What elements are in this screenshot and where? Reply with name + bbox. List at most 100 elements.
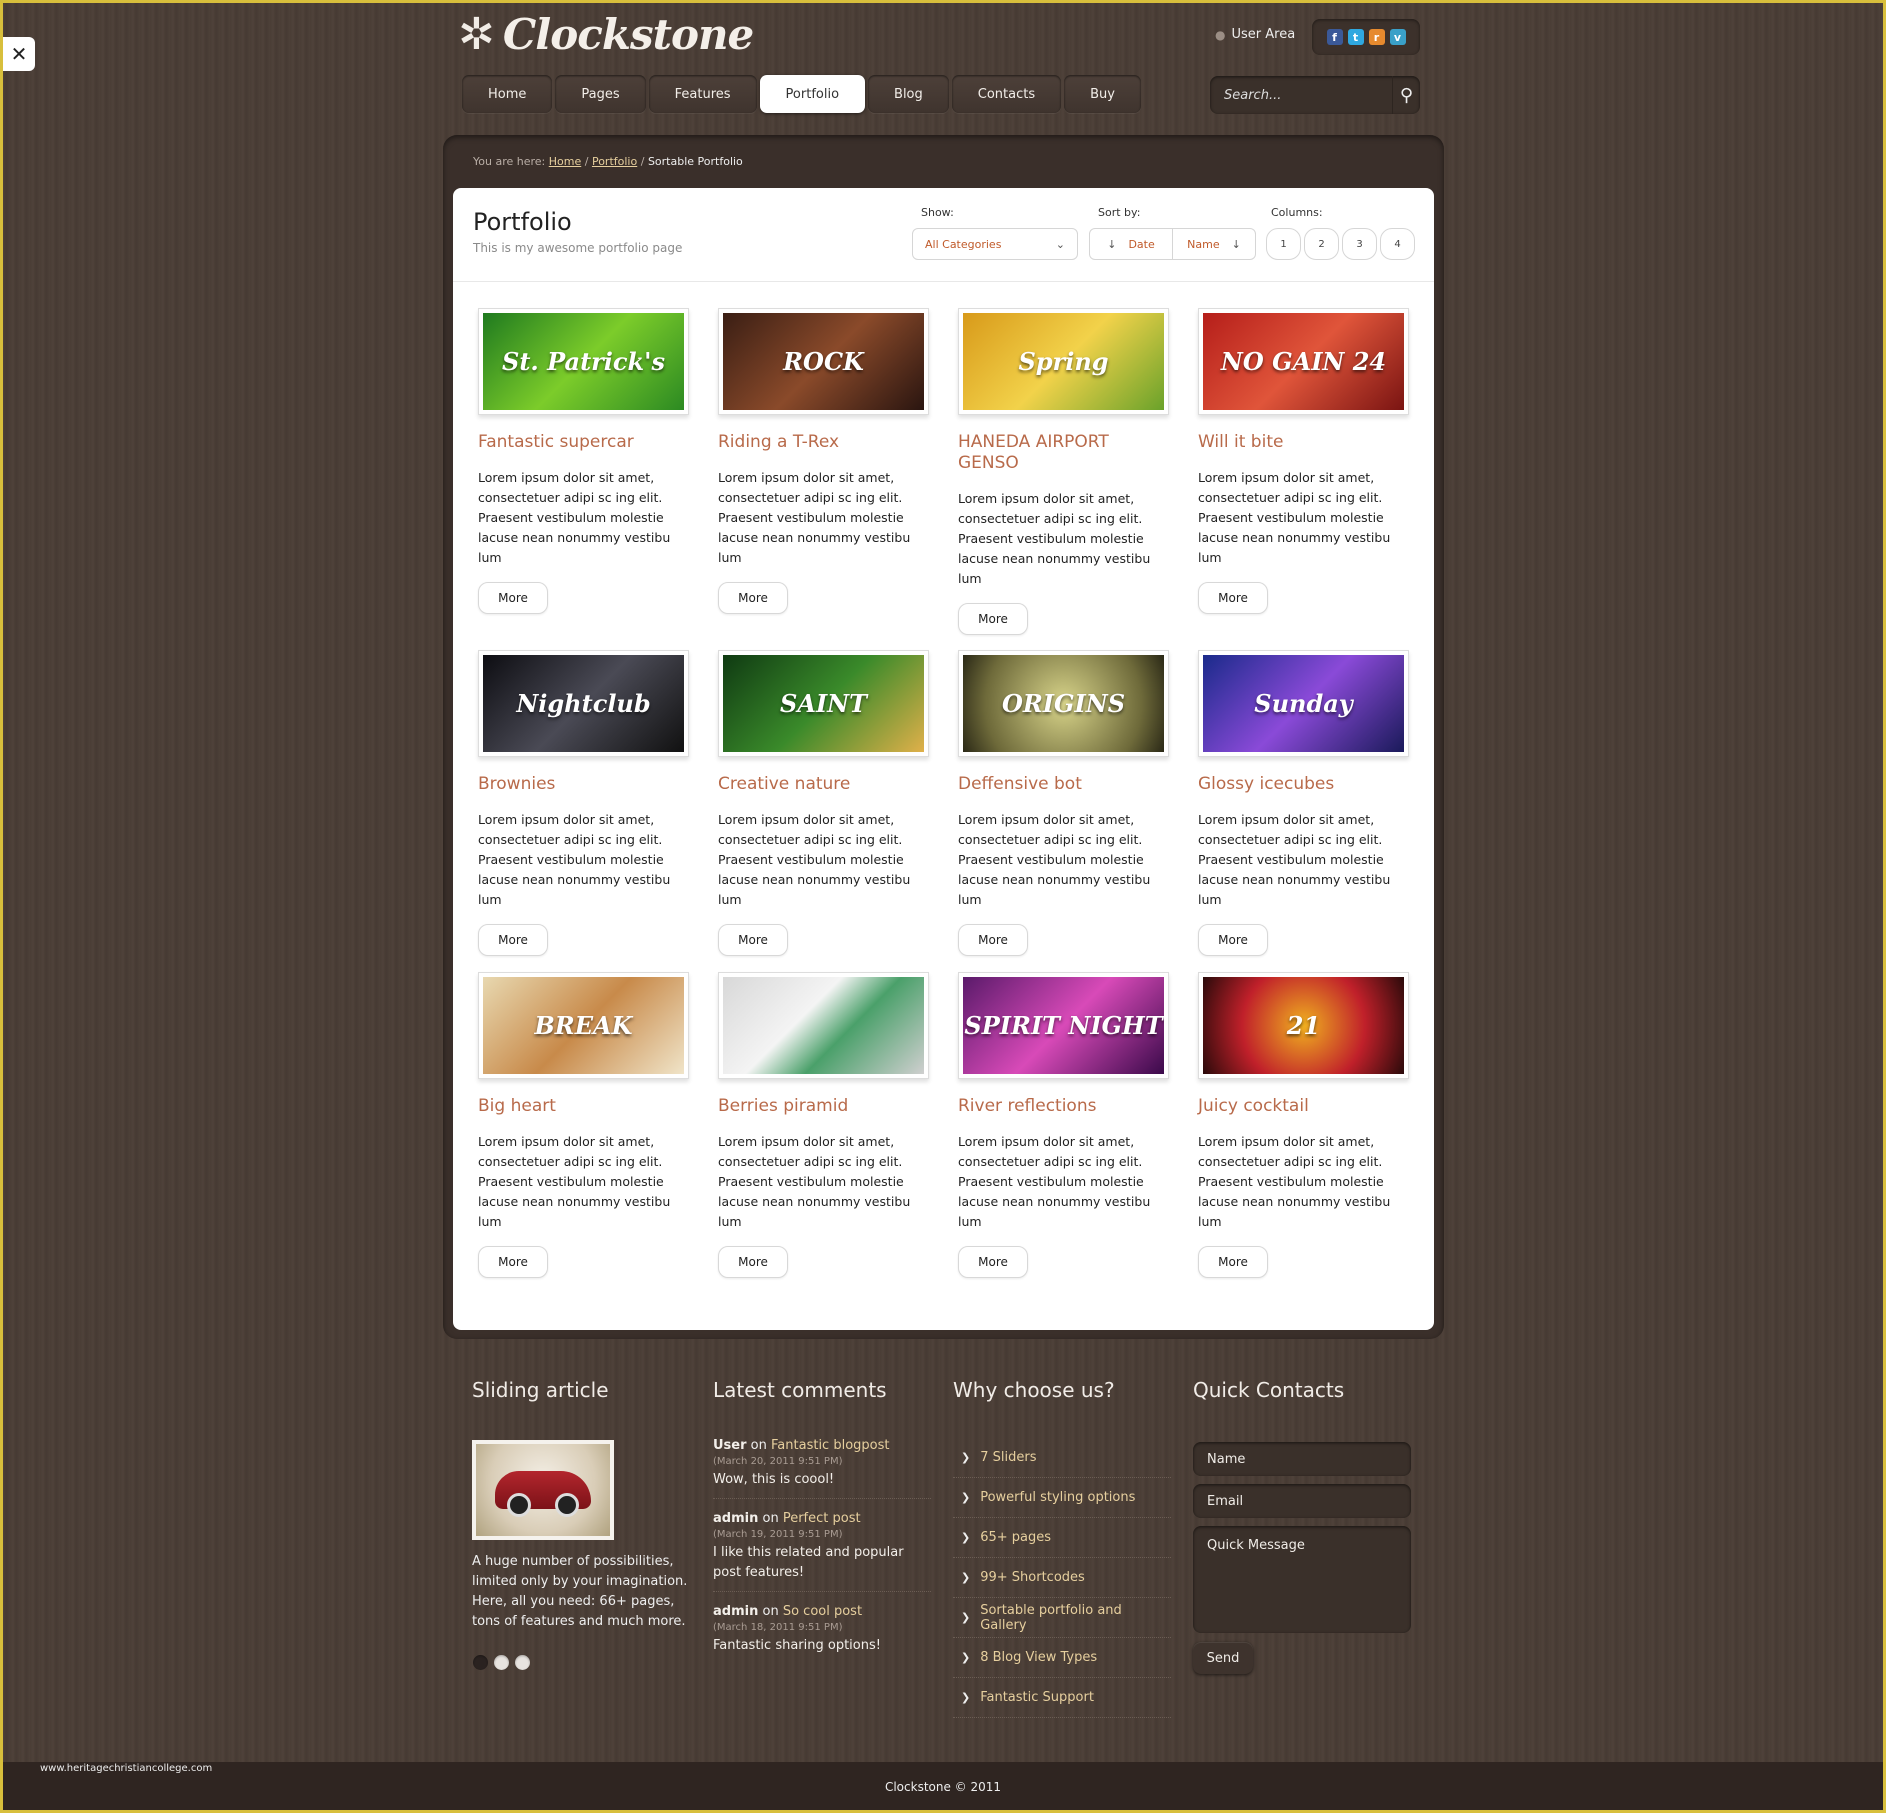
more-button[interactable]: More [958,603,1028,635]
nav-buy[interactable]: Buy [1064,75,1141,113]
vimeo-icon[interactable]: v [1389,29,1406,45]
show-label: Show: [921,206,954,219]
more-button[interactable]: More [1198,1246,1268,1278]
style-switcher-toggle[interactable]: ✕ [3,37,35,71]
slider-dot-1[interactable] [473,1655,488,1670]
more-button[interactable]: More [1198,582,1268,614]
portfolio-item-title[interactable]: Deffensive bot [958,774,1173,795]
more-button[interactable]: More [718,1246,788,1278]
portfolio-thumbnail[interactable]: ROCK [718,308,929,415]
chevron-right-icon: ❯ [961,1531,971,1544]
portfolio-item-text: Lorem ipsum dolor sit amet, consectetuer… [958,491,1151,586]
user-area-link[interactable]: ● User Area [1215,27,1295,42]
portfolio-thumbnail[interactable]: Nightclub [478,650,689,757]
portfolio-item-title[interactable]: HANEDA AIRPORT GENSO [958,432,1173,474]
sort-control: ↓ Date Name ↓ [1089,228,1256,260]
columns-1-button[interactable]: 1 [1266,228,1301,260]
search-input[interactable] [1210,76,1392,114]
comment-post-link[interactable]: Perfect post [783,1511,861,1526]
sort-name-button[interactable]: Name ↓ [1172,229,1255,259]
portfolio-item-text: Lorem ipsum dolor sit amet, consectetuer… [1198,470,1391,565]
portfolio-item-text: Lorem ipsum dolor sit amet, consectetuer… [478,470,671,565]
nav-features[interactable]: Features [648,75,757,113]
portfolio-item-title[interactable]: Creative nature [718,774,933,795]
portfolio-thumbnail[interactable]: ORIGINS [958,650,1169,757]
portfolio-item-title[interactable]: Brownies [478,774,693,795]
more-button[interactable]: More [1198,924,1268,956]
divider [453,281,1434,282]
logo[interactable]: ✲ Clockstone [458,10,754,59]
more-button[interactable]: More [478,924,548,956]
portfolio-item-text: Lorem ipsum dolor sit amet, consectetuer… [1198,1134,1391,1229]
columns-4-button[interactable]: 4 [1380,228,1415,260]
nav-portfolio[interactable]: Portfolio [759,75,866,113]
more-button[interactable]: More [718,924,788,956]
portfolio-thumbnail[interactable]: Sunday [1198,650,1409,757]
why-choose-item[interactable]: ❯ Powerful styling options [953,1478,1171,1518]
why-choose-item[interactable]: ❯ Sortable portfolio and Gallery [953,1598,1171,1638]
columns-3-button[interactable]: 3 [1342,228,1377,260]
more-button[interactable]: More [958,1246,1028,1278]
portfolio-item-title[interactable]: River reflections [958,1096,1173,1117]
nav-contacts[interactable]: Contacts [951,75,1062,113]
category-select[interactable]: All Categories ⌄ [912,228,1078,260]
portfolio-thumbnail[interactable]: St. Patrick's [478,308,689,415]
slider-dot-2[interactable] [494,1655,509,1670]
nav-blog[interactable]: Blog [868,75,949,113]
comment-text: I like this related and popular post fea… [713,1545,904,1580]
portfolio-item: SAINT Creative nature Lorem ipsum dolor si… [718,650,933,956]
slider-dot-3[interactable] [515,1655,530,1670]
why-choose-item[interactable]: ❯ Fantastic Support [953,1678,1171,1718]
portfolio-item-title[interactable]: Riding a T-Rex [718,432,933,453]
why-choose-item[interactable]: ❯ 7 Sliders [953,1438,1171,1478]
more-button[interactable]: More [478,582,548,614]
more-button[interactable]: More [718,582,788,614]
chevron-right-icon: ❯ [961,1451,971,1464]
breadcrumb-portfolio[interactable]: Portfolio [592,155,637,168]
portfolio-thumbnail[interactable]: NO GAIN 24 [1198,308,1409,415]
portfolio-thumbnail[interactable]: SAINT [718,650,929,757]
more-button[interactable]: More [478,1246,548,1278]
portfolio-panel: Portfolio This is my awesome portfolio p… [453,188,1434,1330]
portfolio-thumbnail[interactable] [718,972,929,1079]
nav-home[interactable]: Home [462,75,553,113]
user-icon: ● [1215,27,1226,42]
send-button[interactable]: Send [1193,1642,1253,1674]
portfolio-image: Sunday [1203,655,1404,752]
main-nav: Home Pages Features Portfolio Blog Conta… [462,75,1141,113]
portfolio-item-title[interactable]: Fantastic supercar [478,432,693,453]
portfolio-item-title[interactable]: Glossy icecubes [1198,774,1413,795]
comment-post-link[interactable]: So cool post [783,1604,862,1619]
nav-pages[interactable]: Pages [555,75,646,113]
twitter-icon[interactable]: t [1347,29,1364,45]
search-button[interactable]: ⚲ [1392,76,1420,114]
columns-2-button[interactable]: 2 [1304,228,1339,260]
portfolio-image: NO GAIN 24 [1203,313,1404,410]
comment-on: on [762,1511,779,1526]
portfolio-item-title[interactable]: Will it bite [1198,432,1413,453]
sort-label: Sort by: [1098,206,1141,219]
portfolio-thumbnail[interactable]: SPIRIT NIGHT [958,972,1169,1079]
why-choose-item[interactable]: ❯ 65+ pages [953,1518,1171,1558]
contact-email-input[interactable] [1193,1484,1411,1518]
breadcrumb-home[interactable]: Home [549,155,581,168]
contact-message-input[interactable] [1193,1526,1411,1633]
portfolio-image: ROCK [723,313,924,410]
sort-date-button[interactable]: ↓ Date [1090,229,1172,259]
portfolio-thumbnail[interactable]: BREAK [478,972,689,1079]
portfolio-item-title[interactable]: Big heart [478,1096,693,1117]
why-choose-item[interactable]: ❯ 99+ Shortcodes [953,1558,1171,1598]
contact-name-input[interactable] [1193,1442,1411,1476]
portfolio-thumbnail[interactable]: 21 [1198,972,1409,1079]
comment-post-link[interactable]: Fantastic blogpost [771,1438,889,1453]
thumbnail-text: SAINT [780,689,867,718]
why-choose-item[interactable]: ❯ 8 Blog View Types [953,1638,1171,1678]
facebook-icon[interactable]: f [1326,29,1343,45]
rss-icon[interactable]: r [1368,29,1385,45]
more-button[interactable]: More [958,924,1028,956]
sliding-article-image[interactable] [472,1440,614,1540]
portfolio-thumbnail[interactable]: Spring [958,308,1169,415]
portfolio-item-title[interactable]: Berries piramid [718,1096,933,1117]
portfolio-item-title[interactable]: Juicy cocktail [1198,1096,1413,1117]
breadcrumb-separator: / [640,155,645,168]
